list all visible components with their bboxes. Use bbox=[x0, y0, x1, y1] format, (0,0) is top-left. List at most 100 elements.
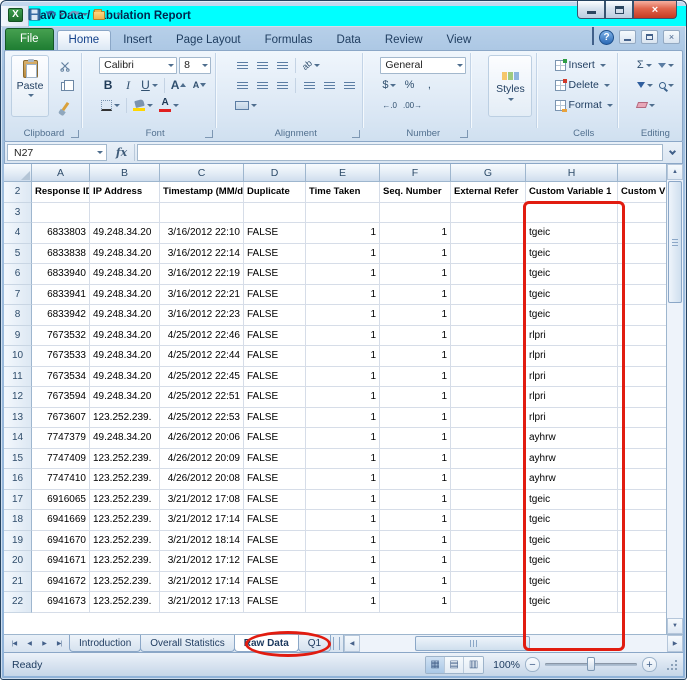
cell[interactable] bbox=[618, 244, 666, 265]
cell[interactable]: IP Address bbox=[90, 182, 160, 203]
cell[interactable]: rlpri bbox=[526, 326, 618, 347]
cell[interactable]: 4/26/2012 20:09 bbox=[160, 449, 244, 470]
cell[interactable] bbox=[451, 387, 526, 408]
row-header-19[interactable]: 19 bbox=[4, 531, 32, 552]
cell[interactable] bbox=[618, 428, 666, 449]
align-left-button[interactable] bbox=[233, 76, 251, 94]
comma-style-button[interactable]: , bbox=[420, 76, 438, 94]
cell[interactable] bbox=[306, 203, 380, 224]
cell[interactable] bbox=[451, 367, 526, 388]
cell[interactable]: 1 bbox=[380, 305, 451, 326]
cell[interactable]: 4/26/2012 20:06 bbox=[160, 428, 244, 449]
cell[interactable]: 3/16/2012 22:10 bbox=[160, 223, 244, 244]
row-header-12[interactable]: 12 bbox=[4, 387, 32, 408]
align-center-button[interactable] bbox=[253, 76, 271, 94]
minimize-ribbon-button[interactable] bbox=[592, 28, 594, 46]
ribbon-tab-data[interactable]: Data bbox=[325, 30, 373, 51]
cell[interactable] bbox=[618, 203, 666, 224]
cell[interactable]: 49.248.34.20 bbox=[90, 264, 160, 285]
cell[interactable]: 6833838 bbox=[32, 244, 90, 265]
cell[interactable]: 1 bbox=[306, 367, 380, 388]
cell[interactable]: 7673607 bbox=[32, 408, 90, 429]
cell[interactable]: 123.252.239. bbox=[90, 531, 160, 552]
sort-filter-button[interactable] bbox=[656, 56, 676, 74]
cell[interactable]: 6941671 bbox=[32, 551, 90, 572]
delete-cells-button[interactable]: Delete bbox=[555, 75, 613, 95]
cell[interactable]: 7673594 bbox=[32, 387, 90, 408]
column-header-h[interactable]: H bbox=[526, 164, 618, 181]
cell[interactable]: 123.252.239. bbox=[90, 449, 160, 470]
cell[interactable]: 1 bbox=[380, 264, 451, 285]
increase-font-size-button[interactable]: A bbox=[169, 76, 189, 94]
cell[interactable]: 1 bbox=[380, 510, 451, 531]
cell[interactable] bbox=[451, 223, 526, 244]
cell[interactable]: 7747410 bbox=[32, 469, 90, 490]
vertical-scroll-track[interactable] bbox=[667, 180, 683, 618]
cell[interactable]: 123.252.239. bbox=[90, 408, 160, 429]
fill-color-button[interactable] bbox=[131, 96, 155, 114]
title-bar[interactable]: X SurveyReport-2963714-4-26-2012-SP - Mi… bbox=[4, 1, 683, 25]
paste-button[interactable]: Paste bbox=[11, 55, 49, 117]
cell[interactable]: 1 bbox=[380, 285, 451, 306]
underline-button[interactable]: U bbox=[139, 76, 160, 94]
cell[interactable]: 1 bbox=[380, 428, 451, 449]
cell[interactable]: 49.248.34.20 bbox=[90, 223, 160, 244]
cell[interactable]: FALSE bbox=[244, 490, 306, 511]
cell[interactable]: 1 bbox=[380, 551, 451, 572]
font-size-select[interactable]: 8 bbox=[179, 57, 211, 74]
cell[interactable] bbox=[380, 203, 451, 224]
cell[interactable]: 3/16/2012 22:14 bbox=[160, 244, 244, 265]
alignment-dialog-launcher[interactable] bbox=[352, 130, 360, 138]
row-header-6[interactable]: 6 bbox=[4, 264, 32, 285]
increase-decimal-button[interactable]: ←.0 bbox=[380, 96, 399, 114]
cell[interactable]: tgeic bbox=[526, 244, 618, 265]
cell[interactable]: 123.252.239. bbox=[90, 551, 160, 572]
cell[interactable]: tgeic bbox=[526, 490, 618, 511]
cell[interactable]: 1 bbox=[380, 346, 451, 367]
cell[interactable] bbox=[451, 203, 526, 224]
cell[interactable]: ayhrw bbox=[526, 469, 618, 490]
resize-grip[interactable] bbox=[665, 657, 679, 673]
cell[interactable] bbox=[618, 551, 666, 572]
cell[interactable]: 1 bbox=[306, 305, 380, 326]
increase-indent-button[interactable] bbox=[320, 76, 338, 94]
row-header-18[interactable]: 18 bbox=[4, 510, 32, 531]
cell[interactable]: 49.248.34.20 bbox=[90, 367, 160, 388]
column-header-a[interactable]: A bbox=[32, 164, 90, 181]
cell[interactable] bbox=[618, 264, 666, 285]
cell[interactable]: 7673532 bbox=[32, 326, 90, 347]
row-header-2[interactable]: 2 bbox=[4, 182, 32, 203]
number-dialog-launcher[interactable] bbox=[460, 130, 468, 138]
cell[interactable]: 6941673 bbox=[32, 592, 90, 613]
column-header-b[interactable]: B bbox=[90, 164, 160, 181]
cell[interactable] bbox=[451, 490, 526, 511]
cell[interactable]: 6833942 bbox=[32, 305, 90, 326]
cell[interactable] bbox=[618, 408, 666, 429]
cell[interactable]: tgeic bbox=[526, 285, 618, 306]
row-header-5[interactable]: 5 bbox=[4, 244, 32, 265]
cell[interactable] bbox=[618, 531, 666, 552]
zoom-slider[interactable] bbox=[545, 663, 637, 666]
cell-styles-button[interactable]: Styles bbox=[488, 55, 532, 117]
cut-button[interactable] bbox=[53, 57, 77, 75]
clear-button[interactable] bbox=[635, 96, 657, 114]
cell[interactable]: 3/16/2012 22:19 bbox=[160, 264, 244, 285]
cell[interactable]: 1 bbox=[380, 531, 451, 552]
autosum-button[interactable]: Σ bbox=[635, 56, 654, 74]
cell[interactable]: Response ID bbox=[32, 182, 90, 203]
cell[interactable] bbox=[451, 408, 526, 429]
cell[interactable]: tgeic bbox=[526, 264, 618, 285]
cell[interactable]: 7673534 bbox=[32, 367, 90, 388]
cell[interactable]: 7673533 bbox=[32, 346, 90, 367]
cell[interactable] bbox=[618, 449, 666, 470]
cell[interactable] bbox=[451, 305, 526, 326]
cell[interactable]: 123.252.239. bbox=[90, 510, 160, 531]
cell[interactable]: FALSE bbox=[244, 305, 306, 326]
sheet-tab-q1[interactable]: Q1 bbox=[298, 635, 331, 652]
row-header-4[interactable]: 4 bbox=[4, 223, 32, 244]
cell[interactable]: 1 bbox=[306, 428, 380, 449]
cell[interactable]: 1 bbox=[380, 572, 451, 593]
orientation-button[interactable]: ab bbox=[300, 56, 322, 74]
cell[interactable]: 3/21/2012 18:14 bbox=[160, 531, 244, 552]
cell[interactable]: FALSE bbox=[244, 408, 306, 429]
